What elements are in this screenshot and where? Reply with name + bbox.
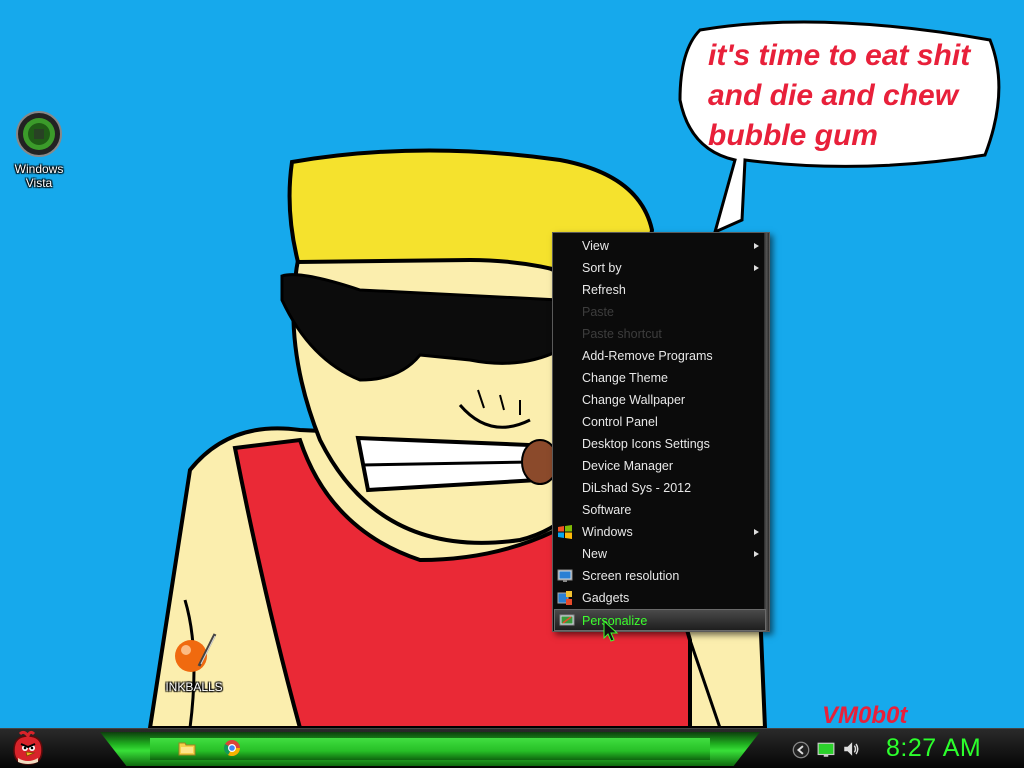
personalize-icon: [559, 614, 575, 626]
submenu-arrow-icon: [754, 243, 759, 249]
wallpaper-signature: VM0b0t: [822, 702, 908, 729]
menu-item-change-wallpaper[interactable]: Change Wallpaper: [553, 389, 769, 411]
speech-line-3: bubble gum: [708, 119, 878, 152]
menu-item-view[interactable]: View: [553, 235, 769, 257]
chrome-icon[interactable]: [223, 739, 241, 757]
menu-item-label: Add-Remove Programs: [582, 349, 713, 363]
menu-item-label: Change Wallpaper: [582, 393, 686, 407]
menu-item-device-manager[interactable]: Device Manager: [553, 455, 769, 477]
menu-item-dilshad-sys[interactable]: DiLshad Sys - 2012: [553, 477, 769, 499]
menu-item-add-remove-programs[interactable]: Add-Remove Programs: [553, 345, 769, 367]
start-button-angry-bird-icon[interactable]: [8, 728, 48, 768]
menu-item-label: Paste shortcut: [582, 327, 662, 341]
menu-item-paste-shortcut: Paste shortcut: [553, 323, 769, 345]
speech-bubble-text: it's time to eat shit and die and chew b…: [708, 36, 988, 156]
submenu-arrow-icon: [754, 529, 759, 535]
menu-item-new[interactable]: New: [553, 543, 769, 565]
menu-item-label: Device Manager: [582, 459, 674, 473]
green-orb-icon: [16, 111, 62, 157]
menu-item-label: Change Theme: [582, 371, 668, 385]
menu-item-label: Control Panel: [582, 415, 658, 429]
menu-item-label: Desktop Icons Settings: [582, 437, 710, 451]
menu-item-personalize[interactable]: Personalize: [554, 609, 766, 631]
network-icon[interactable]: [817, 741, 835, 759]
volume-icon[interactable]: [842, 740, 860, 758]
menu-item-desktop-icons-settings[interactable]: Desktop Icons Settings: [553, 433, 769, 455]
file-explorer-icon[interactable]: [178, 739, 196, 757]
desktop-icon-label-line2: Vista: [25, 176, 53, 190]
menu-item-screen-resolution[interactable]: Screen resolution: [553, 565, 769, 587]
menu-item-label: Sort by: [582, 261, 622, 275]
menu-item-label: New: [582, 547, 608, 561]
menu-item-label: Screen resolution: [582, 569, 680, 583]
menu-item-label: Software: [582, 503, 632, 517]
menu-item-sort-by[interactable]: Sort by: [553, 257, 769, 279]
desktop-icon-windows-vista[interactable]: Windows Vista: [0, 110, 78, 190]
menu-item-label: Windows: [582, 525, 633, 539]
menu-item-label: View: [582, 239, 609, 253]
submenu-arrow-icon: [754, 265, 759, 271]
monitor-icon: [557, 569, 573, 582]
menu-item-label: DiLshad Sys - 2012: [582, 481, 692, 495]
inkballs-icon: [175, 633, 217, 672]
menu-item-refresh[interactable]: Refresh: [553, 279, 769, 301]
taskbar-clock[interactable]: 8:27 AM: [886, 734, 981, 763]
desktop-context-menu: View Sort by Refresh Paste Paste shortcu…: [552, 232, 770, 632]
menu-item-paste: Paste: [553, 301, 769, 323]
speech-line-1: it's time to eat shit: [708, 39, 971, 72]
show-hidden-icons-chevron-icon[interactable]: [792, 741, 810, 759]
desktop-icon-label-line1: Windows: [14, 162, 64, 176]
menu-item-control-panel[interactable]: Control Panel: [553, 411, 769, 433]
gadgets-icon: [557, 591, 572, 605]
menu-item-windows[interactable]: Windows: [553, 521, 769, 543]
desktop-icon-label: INKBALLS: [165, 680, 223, 694]
menu-item-gadgets[interactable]: Gadgets: [553, 587, 769, 609]
speech-line-2: and die and chew: [708, 79, 959, 112]
menu-item-change-theme[interactable]: Change Theme: [553, 367, 769, 389]
menu-item-label: Gadgets: [582, 591, 630, 605]
menu-item-label: Paste: [582, 305, 614, 319]
menu-item-software[interactable]: Software: [553, 499, 769, 521]
menu-item-label: Refresh: [582, 283, 626, 297]
mouse-cursor-icon: [603, 620, 619, 642]
submenu-arrow-icon: [754, 551, 759, 557]
desktop-icon-inkballs[interactable]: INKBALLS: [155, 630, 233, 694]
windows-logo-icon: [558, 525, 572, 539]
